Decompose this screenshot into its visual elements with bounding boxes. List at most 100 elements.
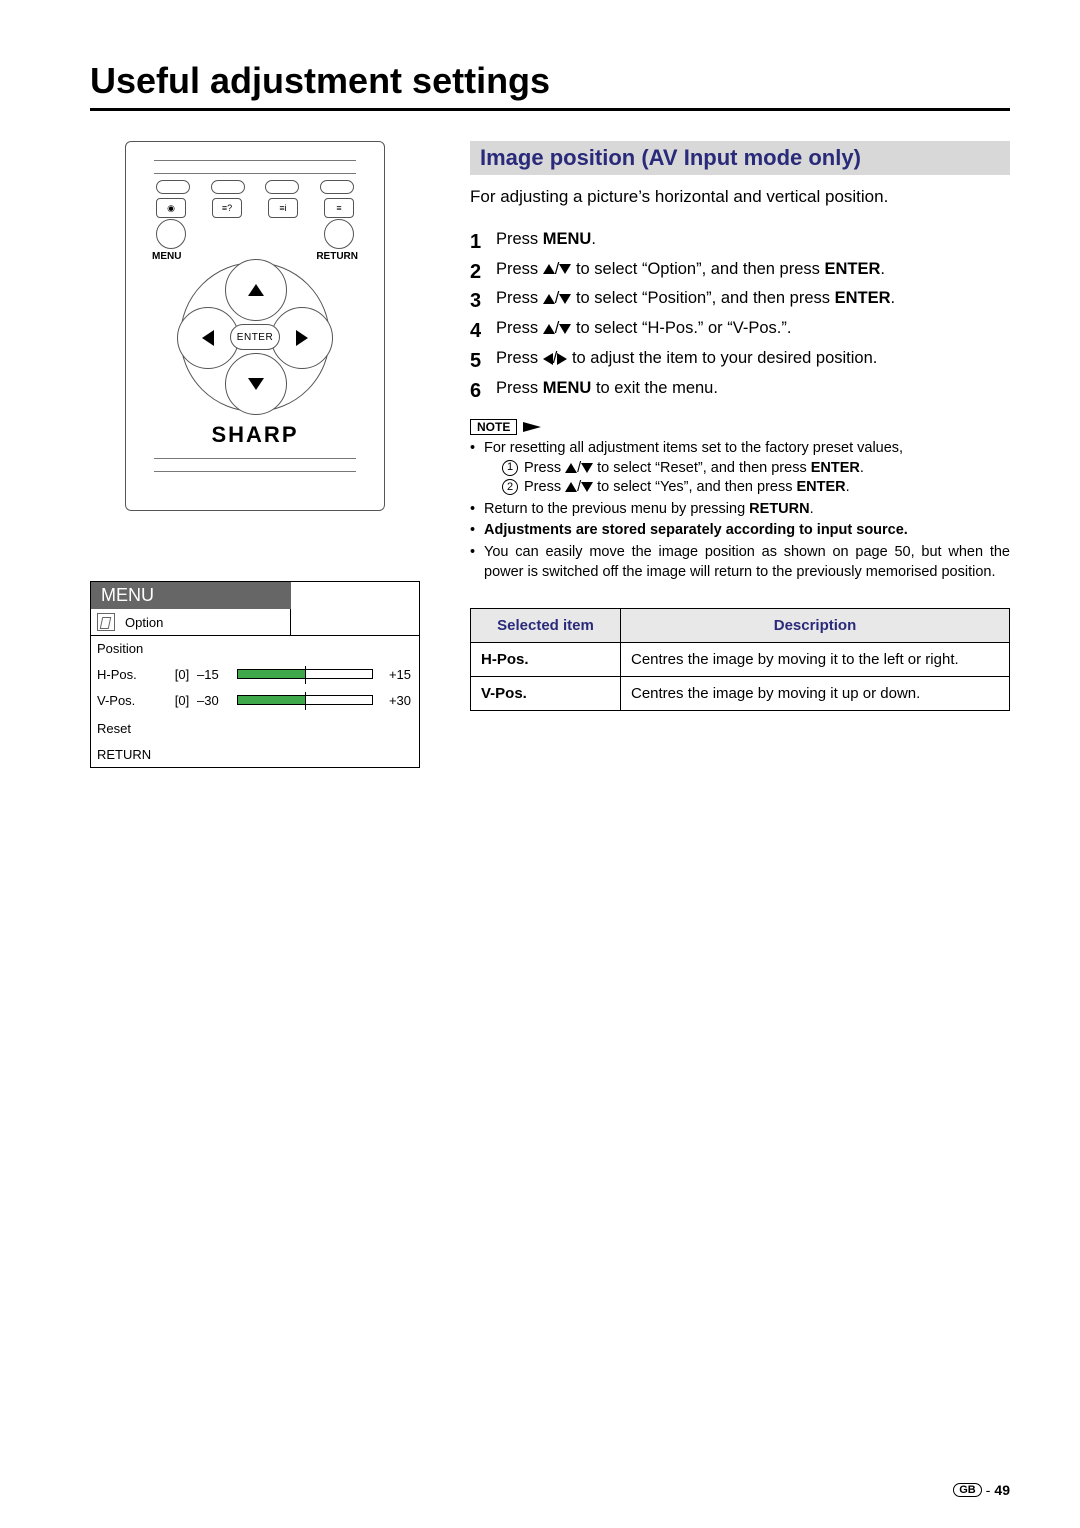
osd-return: RETURN	[97, 747, 151, 762]
osd-row-min: –15	[197, 667, 237, 682]
step: 2 Press / to select “Option”, and then p…	[470, 258, 1010, 282]
step: 4 Press / to select “H-Pos.” or “V-Pos.”…	[470, 317, 1010, 341]
note-item: You can easily move the image position a…	[470, 543, 1010, 582]
right-arrow-icon	[557, 353, 567, 365]
note-label: NOTE	[470, 419, 517, 435]
note-text: For resetting all adjustment items set t…	[484, 440, 903, 456]
note-item: Return to the previous menu by pressing …	[470, 500, 1010, 520]
step-text: .	[591, 230, 596, 248]
table-row: H-Pos. Centres the image by moving it to…	[471, 643, 1010, 677]
note-arrow-icon	[523, 422, 541, 432]
note-text: .	[846, 479, 850, 495]
osd-section: Position	[97, 641, 143, 656]
note-item: For resetting all adjustment items set t…	[470, 439, 1010, 498]
step-text: .	[880, 260, 885, 278]
up-arrow-icon	[543, 294, 555, 304]
remote-small-button	[211, 180, 245, 194]
remote-small-button	[320, 180, 354, 194]
down-arrow-icon	[581, 463, 593, 473]
note-item: Adjustments are stored separately accord…	[470, 521, 1010, 541]
step: 1 Press MENU.	[470, 228, 1010, 252]
step-text: Press	[496, 319, 543, 337]
osd-slider	[237, 695, 373, 705]
table-desc: Centres the image by moving it to the le…	[621, 643, 1010, 677]
key-name: ENTER	[835, 289, 891, 307]
remote-menu-button	[156, 219, 186, 249]
table-desc: Centres the image by moving it up or dow…	[621, 677, 1010, 711]
note-text: .	[860, 460, 864, 476]
notes-list: For resetting all adjustment items set t…	[470, 439, 1010, 582]
option-icon	[97, 613, 115, 631]
down-arrow-icon	[559, 324, 571, 334]
note-substep: 1 Press / to select “Reset”, and then pr…	[502, 459, 1010, 479]
osd-row-max: +30	[373, 693, 413, 708]
step: 6 Press MENU to exit the menu.	[470, 377, 1010, 401]
step-text: Press	[496, 260, 543, 278]
section-heading: Image position (AV Input mode only)	[470, 141, 1010, 175]
step-text: Press	[496, 289, 543, 307]
osd-reset: Reset	[97, 721, 131, 736]
note-text: to select “Reset”, and then press	[593, 460, 811, 476]
table-head-item: Selected item	[471, 609, 621, 643]
note-substep: 2 Press / to select “Yes”, and then pres…	[502, 478, 1010, 498]
osd-row-value: [0]	[167, 667, 197, 682]
down-arrow-icon	[581, 482, 593, 492]
remote-dpad-down	[225, 353, 287, 415]
step: 3 Press / to select “Position”, and then…	[470, 287, 1010, 311]
step-text: .	[891, 289, 896, 307]
remote-return-label: RETURN	[316, 251, 358, 262]
step-text: Press	[496, 230, 543, 248]
remote-icon-button: ◉	[156, 198, 186, 218]
step-text: Press	[496, 349, 543, 367]
remote-brand: SHARP	[126, 422, 384, 448]
note-text-bold: Adjustments are stored separately accord…	[484, 522, 908, 538]
left-arrow-icon	[543, 353, 553, 365]
key-name: ENTER	[797, 479, 846, 495]
page-footer: GB - 49	[953, 1482, 1010, 1498]
up-arrow-icon	[565, 482, 577, 492]
circled-number-icon: 2	[502, 479, 518, 495]
step-text: to exit the menu.	[591, 379, 718, 397]
down-arrow-icon	[559, 264, 571, 274]
description-table: Selected item Description H-Pos. Centres…	[470, 608, 1010, 711]
table-head-desc: Description	[621, 609, 1010, 643]
remote-icon-button: ≡?	[212, 198, 242, 218]
note-text: Return to the previous menu by pressing	[484, 501, 749, 517]
note-text: You can easily move the image position a…	[484, 544, 1010, 580]
steps-list: 1 Press MENU. 2 Press / to select “Optio…	[470, 228, 1010, 402]
onscreen-menu: MENU Option Position H-Pos. [0] –15 +15 …	[90, 581, 420, 768]
step-text: to adjust the item to your desired posit…	[567, 349, 877, 367]
note-text: Press	[524, 479, 565, 495]
key-name: ENTER	[825, 260, 881, 278]
section-intro: For adjusting a picture’s horizontal and…	[470, 185, 1010, 210]
table-item: H-Pos.	[471, 643, 621, 677]
remote-diagram: ◉ ≡? ≡i ≡ MENU RETURN	[125, 141, 385, 511]
up-arrow-icon	[565, 463, 577, 473]
remote-icon-button: ≡i	[268, 198, 298, 218]
note-text: to select “Yes”, and then press	[593, 479, 796, 495]
remote-dpad-up	[225, 259, 287, 321]
circled-number-icon: 1	[502, 460, 518, 476]
remote-small-button	[156, 180, 190, 194]
osd-row-min: –30	[197, 693, 237, 708]
region-badge: GB	[953, 1483, 982, 1497]
remote-return-button	[324, 219, 354, 249]
key-name: RETURN	[749, 501, 809, 517]
step-text: Press	[496, 379, 543, 397]
osd-row-label: H-Pos.	[97, 667, 167, 682]
osd-title: MENU	[91, 582, 291, 609]
key-name: MENU	[543, 379, 592, 397]
table-item: V-Pos.	[471, 677, 621, 711]
step: 5 Press / to adjust the item to your des…	[470, 347, 1010, 371]
key-name: MENU	[543, 230, 592, 248]
key-name: ENTER	[811, 460, 860, 476]
remote-enter-button: ENTER	[230, 324, 280, 350]
footer-sep: -	[986, 1482, 991, 1498]
remote-menu-label: MENU	[152, 251, 181, 262]
remote-small-button	[265, 180, 299, 194]
note-text: .	[810, 501, 814, 517]
remote-dpad: ENTER	[180, 262, 330, 412]
step-text: to select “Position”, and then press	[571, 289, 834, 307]
remote-icon-button: ≡	[324, 198, 354, 218]
osd-row-max: +15	[373, 667, 413, 682]
